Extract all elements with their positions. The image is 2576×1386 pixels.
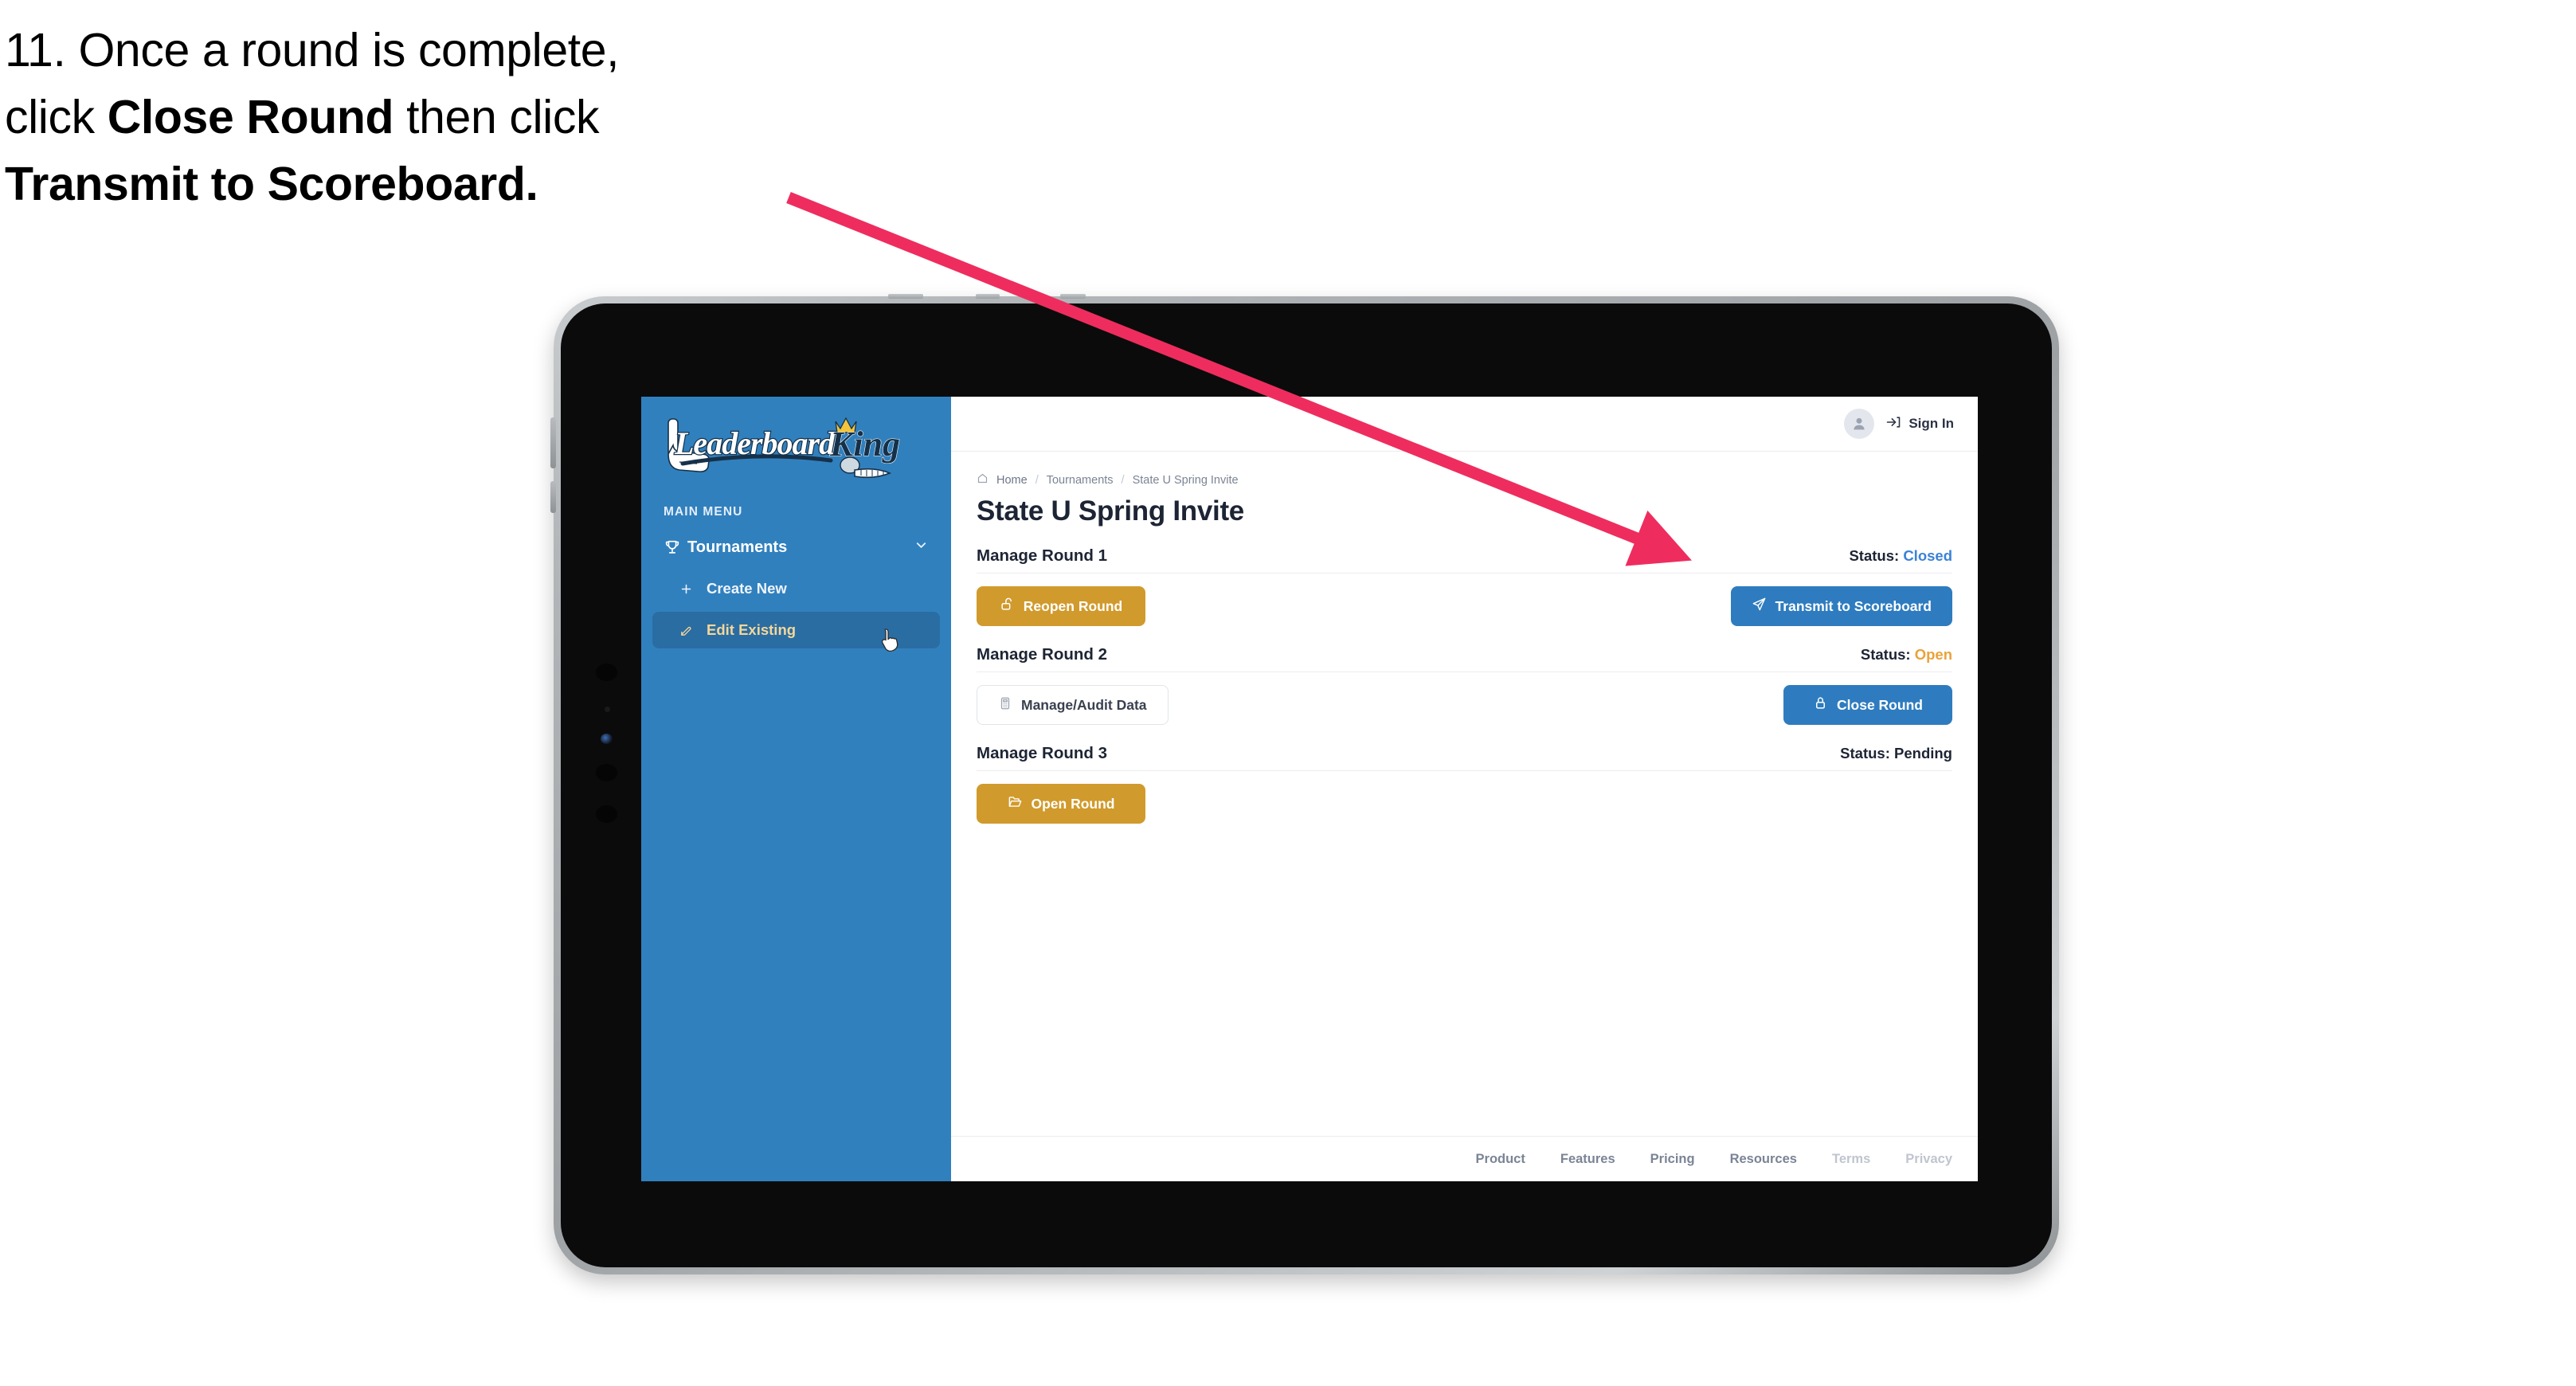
footer: Product Features Pricing Resources Terms… [951, 1136, 1978, 1181]
sign-in-label: Sign In [1909, 416, 1954, 431]
tablet-device-frame: Leaderboard King MAIN MENU Tournaments C… [550, 294, 2059, 1274]
camera-icon [596, 764, 617, 781]
breadcrumb-separator: / [1035, 473, 1039, 487]
breadcrumb-item-tournaments[interactable]: Tournaments [1047, 474, 1114, 487]
transmit-to-scoreboard-button[interactable]: Transmit to Scoreboard [1730, 586, 1952, 626]
status-label: Status: [1849, 547, 1900, 564]
sidebar-item-label: Create New [707, 580, 787, 597]
app-viewport: Leaderboard King MAIN MENU Tournaments C… [641, 397, 1978, 1181]
top-bar: Sign In [951, 397, 1978, 452]
button-label: Reopen Round [1023, 597, 1123, 614]
leaderboard-king-logo[interactable]: Leaderboard King [659, 414, 906, 484]
sidebar: Leaderboard King MAIN MENU Tournaments C… [641, 397, 951, 1181]
caption-step-number: 11. [5, 24, 66, 76]
chevron-down-icon[interactable] [914, 538, 929, 558]
pencil-square-icon [679, 624, 707, 637]
page-title: State U Spring Invite [977, 495, 1244, 527]
button-label: Close Round [1837, 696, 1923, 713]
round-actions: Reopen Round Transmit to Scoreboard [977, 586, 1952, 626]
open-round-button[interactable]: Open Round [977, 784, 1145, 824]
status-badge: Status: Pending [1840, 745, 1952, 762]
round-section: Manage Round 1 Status: Closed Reopen Rou… [977, 546, 1952, 626]
main-panel: Sign In Home / Tournaments / State U Spr… [951, 397, 1978, 1181]
status-badge: Status: Closed [1849, 547, 1952, 565]
round-actions: Manage/Audit Data Close Round [977, 685, 1952, 725]
avatar[interactable] [1844, 409, 1875, 439]
sign-in-button[interactable]: Sign In [1885, 414, 1954, 434]
footer-link-privacy[interactable]: Privacy [1905, 1152, 1952, 1167]
home-icon[interactable] [977, 472, 989, 487]
status-value: Closed [1903, 547, 1952, 564]
camera-icon [596, 664, 617, 681]
round-title: Manage Round 2 [977, 645, 1108, 664]
round-header: Manage Round 2 Status: Open [977, 645, 1952, 672]
camera-icon [596, 805, 617, 823]
tablet-power-button[interactable] [550, 481, 556, 513]
tablet-top-notch [976, 294, 1000, 299]
caption-line-2-pre: click [5, 90, 108, 143]
caption-line-2-post: then click [393, 90, 600, 143]
plus-icon [679, 582, 707, 596]
folder-open-icon [1008, 794, 1023, 813]
tablet-volume-button[interactable] [550, 417, 556, 468]
status-value: Open [1914, 646, 1952, 663]
button-label: Transmit to Scoreboard [1775, 597, 1932, 614]
status-badge: Status: Open [1861, 646, 1952, 664]
sidebar-item-create-new[interactable]: Create New [652, 570, 940, 607]
trophy-icon [664, 538, 687, 556]
breadcrumb: Home / Tournaments / State U Spring Invi… [977, 472, 1952, 487]
round-title: Manage Round 1 [977, 546, 1108, 565]
reopen-round-button[interactable]: Reopen Round [977, 586, 1145, 626]
footer-link-terms[interactable]: Terms [1832, 1152, 1870, 1167]
sidebar-section-label: MAIN MENU [664, 505, 743, 519]
close-round-button[interactable]: Close Round [1783, 685, 1952, 725]
sensor-icon [605, 707, 610, 712]
camera-lens-icon [601, 734, 613, 744]
caption-line-2: click Close Round then click [5, 84, 865, 151]
content-area: Home / Tournaments / State U Spring Invi… [951, 452, 1978, 1136]
status-label: Status: [1860, 646, 1911, 663]
breadcrumb-item-home[interactable]: Home [996, 474, 1028, 487]
calculator-icon [998, 696, 1012, 715]
unlock-icon [1000, 597, 1015, 616]
round-header: Manage Round 3 Status: Pending [977, 744, 1952, 771]
footer-link-pricing[interactable]: Pricing [1650, 1152, 1695, 1167]
round-actions: Open Round [977, 784, 1952, 824]
manage-audit-data-button[interactable]: Manage/Audit Data [977, 685, 1169, 725]
caption-line-1: 11. Once a round is complete, [5, 18, 865, 84]
round-section: Manage Round 3 Status: Pending Open Roun… [977, 744, 1952, 824]
caption-line-3: Transmit to Scoreboard. [5, 151, 865, 218]
login-arrow-icon [1885, 414, 1901, 434]
caption-close-round-emphasis: Close Round [107, 90, 394, 143]
round-title: Manage Round 3 [977, 744, 1108, 762]
status-value: Pending [1894, 745, 1952, 762]
tablet-top-notch [1060, 294, 1086, 299]
svg-text:King: King [829, 425, 900, 464]
footer-link-features[interactable]: Features [1560, 1152, 1615, 1167]
caption-transmit-emphasis: Transmit to Scoreboard. [5, 157, 538, 210]
breadcrumb-item-current: State U Spring Invite [1132, 473, 1239, 487]
round-header: Manage Round 1 Status: Closed [977, 546, 1952, 574]
breadcrumb-separator: / [1121, 473, 1125, 487]
footer-link-resources[interactable]: Resources [1730, 1152, 1797, 1167]
status-label: Status: [1840, 745, 1890, 762]
round-section: Manage Round 2 Status: Open Manage/Audit… [977, 645, 1952, 725]
sidebar-item-label: Edit Existing [707, 621, 797, 638]
paper-plane-icon [1752, 597, 1767, 616]
caption-line-1-text: Once a round is complete, [65, 24, 620, 76]
footer-link-product[interactable]: Product [1476, 1152, 1525, 1167]
button-label: Manage/Audit Data [1021, 696, 1147, 713]
mouse-cursor-pointer [880, 628, 901, 653]
sidebar-item-label: Tournaments [687, 538, 788, 556]
sidebar-item-tournaments[interactable]: Tournaments [652, 529, 940, 566]
tablet-top-notch [888, 294, 923, 299]
lock-icon [1813, 695, 1828, 715]
instruction-caption: 11. Once a round is complete, click Clos… [5, 18, 865, 217]
button-label: Open Round [1031, 795, 1115, 812]
